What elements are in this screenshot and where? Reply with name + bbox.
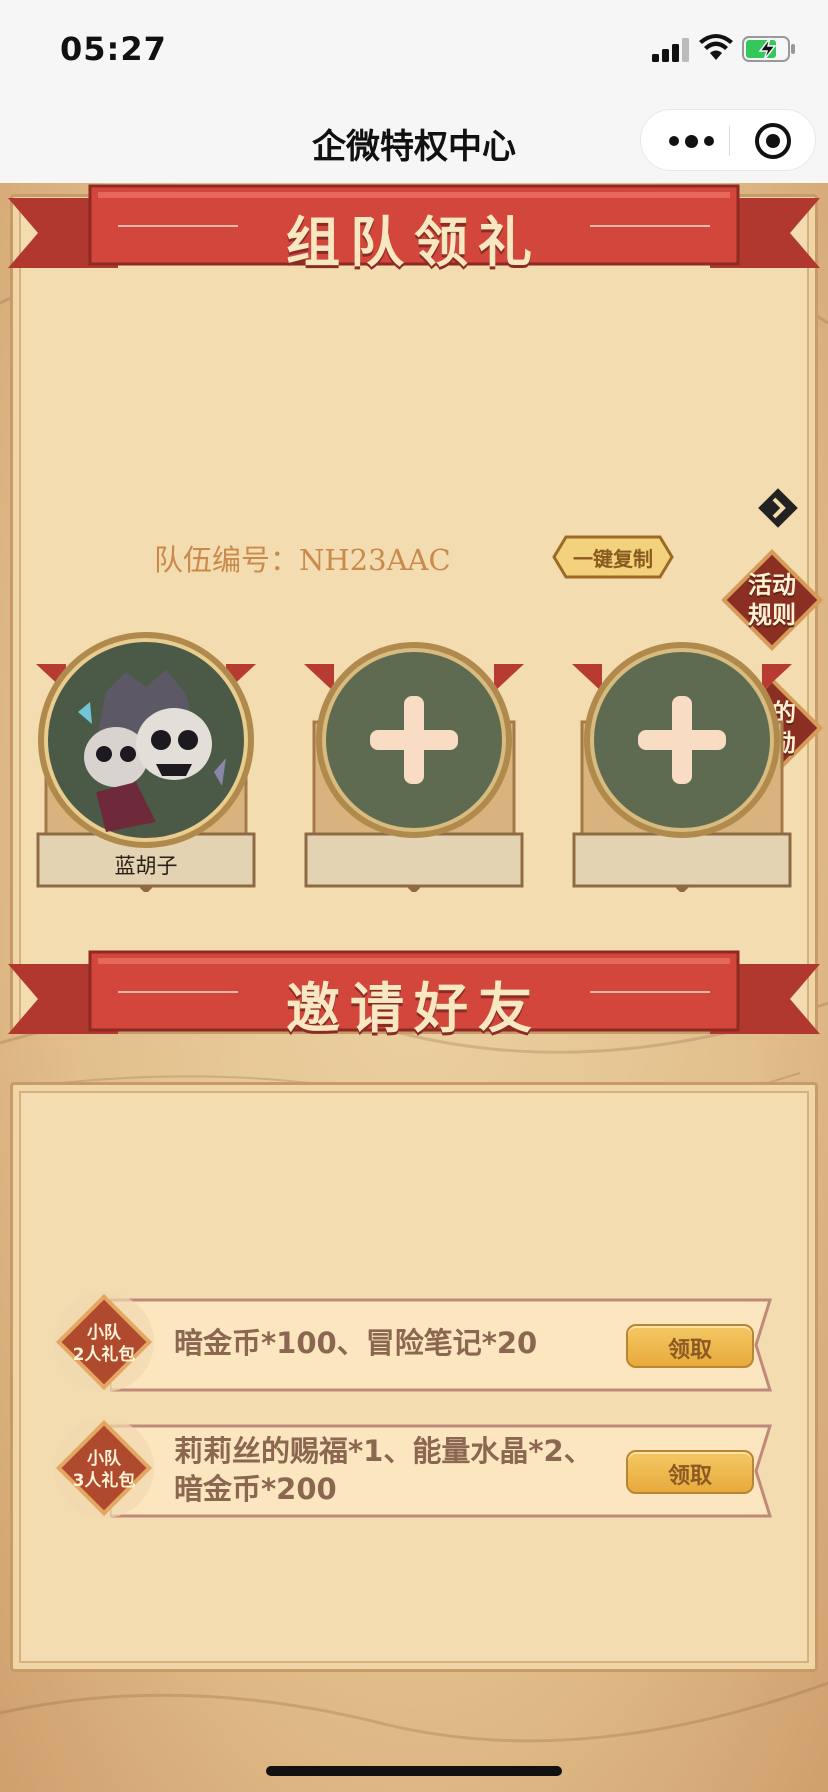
wifi-icon: [699, 34, 733, 60]
gift-row: 小队 2人礼包 暗金币*100、冒险笔记*20 领取: [50, 1288, 780, 1396]
gift-tier-badge: 小队 3人礼包: [50, 1414, 158, 1522]
copy-button-label: 一键复制: [573, 547, 653, 571]
claim-button-label: 领取: [667, 1338, 712, 1363]
gift-description: 暗金币*100、冒险笔记*20: [174, 1324, 537, 1362]
activity-rules-line2: 规则: [748, 601, 796, 629]
claim-button[interactable]: 领取: [626, 1324, 754, 1368]
team-member-slot-3[interactable]: [572, 632, 792, 894]
gift-tier-badge: 小队 2人礼包: [50, 1288, 158, 1396]
more-icon[interactable]: [661, 110, 721, 172]
gift-badge-line1: 小队: [87, 1323, 121, 1343]
battery-charging-icon: [742, 36, 795, 62]
team-number: 队伍编号：NH23AAC: [154, 543, 451, 577]
miniprogram-capsule: [640, 109, 816, 171]
invite-ribbon-title: 邀请好友: [286, 977, 542, 1040]
nav-bar: 企微特权中心: [0, 95, 828, 183]
status-time: 05:27: [60, 30, 167, 68]
team-member-slot-2[interactable]: [304, 632, 524, 894]
gift-description-line2: 暗金币*200: [174, 1472, 337, 1506]
chevron-right-icon[interactable]: [754, 484, 802, 532]
claim-button[interactable]: 领取: [626, 1450, 754, 1494]
gift-description: 莉莉丝的赐福*1、能量水晶*2、 暗金币*200: [174, 1432, 593, 1508]
invite-ribbon: 邀请好友: [8, 942, 820, 1052]
claim-button-label: 领取: [667, 1464, 712, 1489]
gift-description-line1: 莉莉丝的赐福*1、能量水晶*2、: [174, 1434, 593, 1468]
member-frame: [572, 642, 792, 894]
close-miniprogram-icon[interactable]: [755, 123, 791, 159]
member-frame: [304, 642, 524, 894]
team-member-slot-1[interactable]: 蓝胡子: [36, 632, 256, 894]
copy-button[interactable]: 一键复制: [552, 533, 674, 581]
status-bar: 05:27: [0, 0, 828, 95]
capsule-divider: [729, 126, 730, 156]
gift-badge-line1: 小队: [87, 1449, 121, 1469]
activity-rules-line1: 活动: [748, 571, 796, 599]
team-ribbon: 组队领礼: [8, 176, 820, 286]
cellular-signal-icon: [652, 38, 689, 62]
home-indicator[interactable]: [266, 1766, 562, 1776]
gift-row: 小队 3人礼包 莉莉丝的赐福*1、能量水晶*2、 暗金币*200 领取: [50, 1414, 780, 1522]
team-ribbon-title: 组队领礼: [286, 211, 542, 274]
member-name: 蓝胡子: [114, 854, 178, 878]
gift-badge-line2: 3人礼包: [72, 1471, 136, 1491]
gift-badge-line2: 2人礼包: [72, 1345, 136, 1365]
team-panel: [10, 194, 818, 1034]
gift-description-line1: 暗金币*100、冒险笔记*20: [174, 1326, 538, 1360]
